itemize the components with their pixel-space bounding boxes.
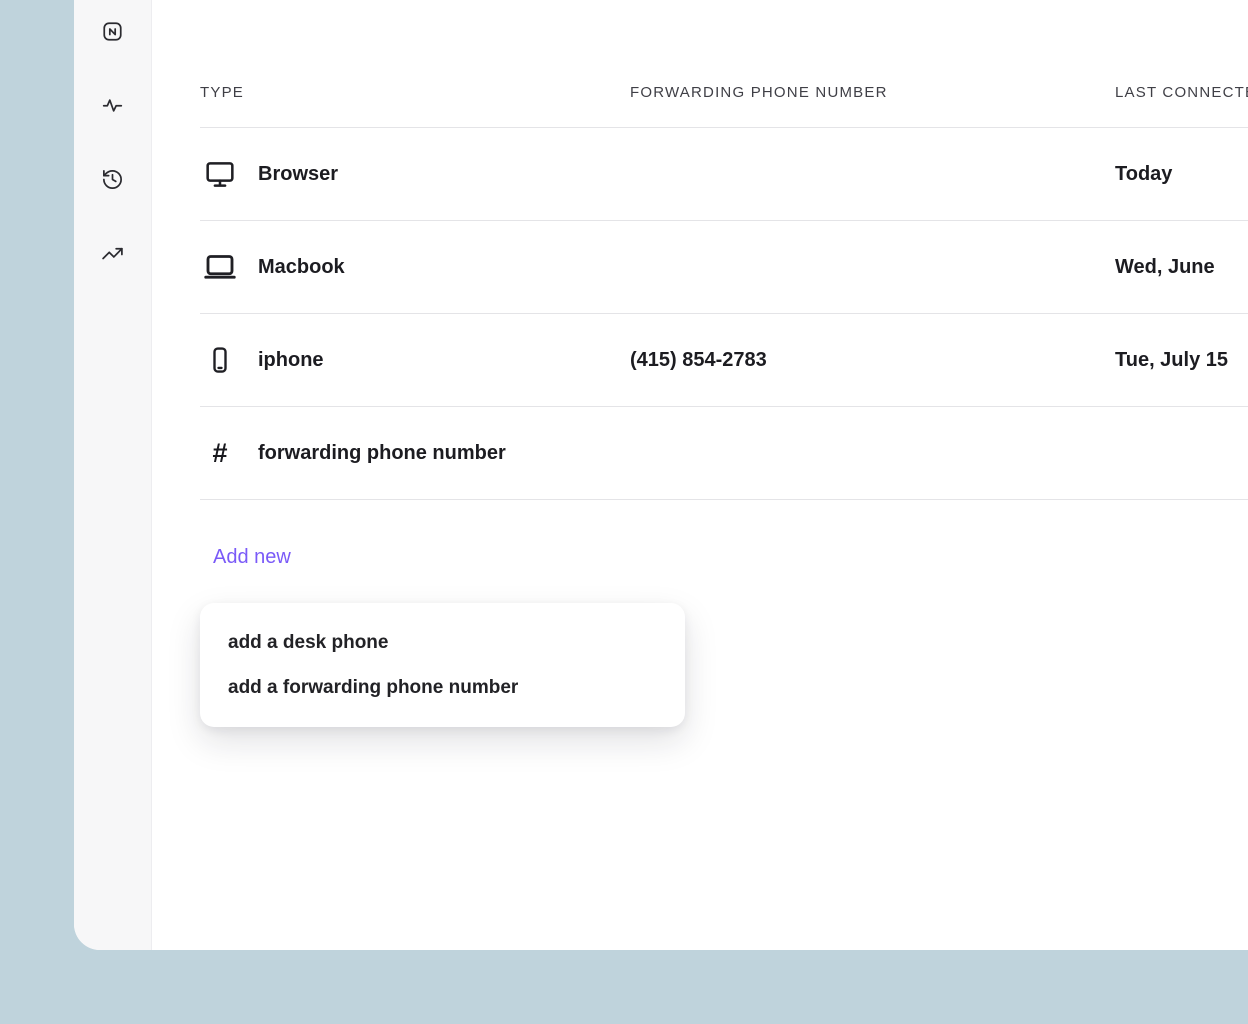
trending-up-icon	[101, 242, 124, 265]
column-header-forwarding: FORWARDING PHONE NUMBER	[630, 84, 888, 101]
sidebar-item-history[interactable]	[90, 156, 136, 202]
device-type-label: forwarding phone number	[258, 442, 506, 465]
add-new-button[interactable]: Add new	[213, 546, 291, 569]
last-connected: Wed, June	[1115, 256, 1215, 279]
device-type-label: iphone	[258, 349, 324, 372]
device-type-cell: Browser	[200, 158, 338, 190]
sidebar-item-activity[interactable]	[90, 82, 136, 128]
app-window: TYPE FORWARDING PHONE NUMBER LAST CONNEC…	[74, 0, 1248, 950]
table-row[interactable]: iphone (415) 854-2783 Tue, July 15	[200, 314, 1248, 407]
laptop-icon	[200, 249, 240, 285]
menu-item-desk-phone[interactable]: add a desk phone	[200, 620, 685, 665]
smartphone-icon	[200, 345, 240, 375]
monitor-icon	[200, 158, 240, 190]
sidebar-item-analytics[interactable]	[90, 230, 136, 276]
column-header-type: TYPE	[200, 84, 244, 101]
last-connected: Tue, July 15	[1115, 349, 1228, 372]
history-icon	[101, 168, 124, 191]
add-menu: add a desk phone add a forwarding phone …	[200, 603, 685, 727]
sidebar-item-logo[interactable]	[90, 8, 136, 54]
device-type-label: Macbook	[258, 256, 345, 279]
table-row[interactable]: Macbook Wed, June	[200, 221, 1248, 314]
last-connected: Today	[1115, 163, 1172, 186]
hash-icon: #	[200, 440, 240, 467]
device-type-cell: # forwarding phone number	[200, 440, 506, 467]
device-type-label: Browser	[258, 163, 338, 186]
table-row[interactable]: # forwarding phone number	[200, 407, 1248, 500]
device-type-cell: Macbook	[200, 249, 345, 285]
app-logo-icon	[101, 20, 124, 43]
activity-icon	[101, 94, 124, 117]
devices-panel: TYPE FORWARDING PHONE NUMBER LAST CONNEC…	[152, 0, 1248, 950]
menu-item-forwarding-number[interactable]: add a forwarding phone number	[200, 665, 685, 710]
table-row[interactable]: Browser Today	[200, 128, 1248, 221]
column-header-last-connected: LAST CONNECTED	[1115, 84, 1248, 101]
device-type-cell: iphone	[200, 345, 324, 375]
table-header: TYPE FORWARDING PHONE NUMBER LAST CONNEC…	[200, 0, 1248, 128]
forwarding-number: (415) 854-2783	[630, 349, 767, 372]
desktop-background: TYPE FORWARDING PHONE NUMBER LAST CONNEC…	[0, 0, 1248, 1024]
sidebar	[74, 0, 152, 950]
